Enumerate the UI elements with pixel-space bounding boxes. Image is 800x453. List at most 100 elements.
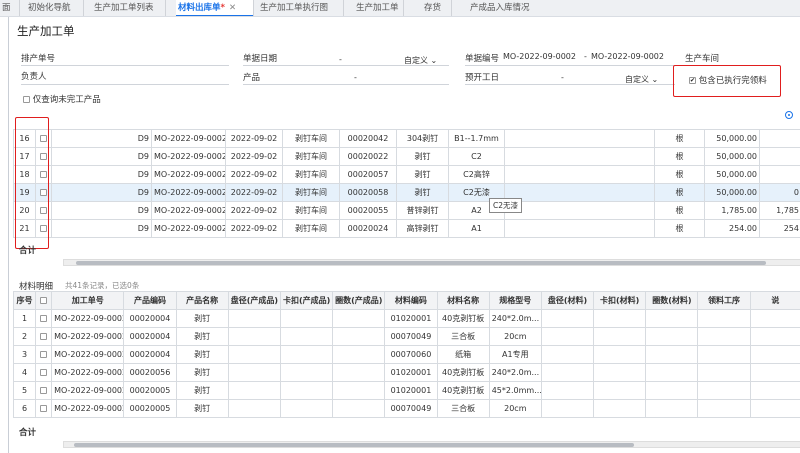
column-header: 圈数(产成品) [332, 291, 386, 310]
table-row[interactable]: 3 MO-2022-09-0002 00020004 剥钉 00070060 纸箱 A1专用 [12, 345, 800, 364]
checkbox[interactable] [40, 387, 48, 394]
planned-start-input[interactable] [465, 84, 675, 85]
detail-hscrollbar[interactable] [63, 441, 800, 448]
cell-material-code: 00070060 [384, 345, 438, 364]
cell-quantity: 50,000.00 [704, 183, 760, 202]
column-header: 卡扣(产成品) [279, 291, 334, 310]
doc-no-to[interactable]: MO-2022-09-0002 [591, 52, 664, 61]
column-header [35, 291, 53, 310]
column-header: 圈数(材料) [645, 291, 699, 310]
table-row[interactable]: 4 MO-2022-09-0002 00020056 剥钉 01020001 40克剥钉板… [12, 363, 800, 382]
cell-row-checkbox[interactable] [35, 381, 53, 400]
table-row[interactable]: 17 D9 MO-2022-09-0002 2022-09-02 剥钉车间 0002002… [13, 147, 800, 166]
cell-material-code: 01020001 [384, 381, 438, 400]
order-table: 16 D9 MO-2022-09-0002 2022-09-02 剥钉车间 0002004… [13, 129, 800, 238]
table-row[interactable]: 2 MO-2022-09-0002 00020004 剥钉 00070049 三合板 20c… [12, 327, 800, 346]
checkbox[interactable] [23, 96, 30, 103]
cell-blank [504, 147, 655, 166]
scroll-thumb[interactable] [74, 443, 634, 447]
unfinished-only-checkbox[interactable]: 仅查询未完工产品 [23, 93, 101, 105]
checkbox[interactable] [40, 333, 48, 340]
cell-row-checkbox[interactable] [35, 309, 53, 328]
cell-extra-value [759, 165, 800, 184]
cell-product-code: 00020057 [339, 165, 397, 184]
cell-clip-product [279, 381, 334, 400]
checkbox[interactable] [40, 369, 48, 376]
cell-turns-product [332, 381, 386, 400]
settings-circle-icon[interactable] [785, 111, 793, 119]
cell-order-no: MO-2022-09-0002 [151, 129, 226, 148]
cell-spec: 20cm [488, 327, 542, 346]
checkbox[interactable] [40, 405, 48, 412]
tab-exec-chart[interactable]: 生产加工单执行图 [258, 0, 344, 16]
checkbox[interactable] [40, 315, 48, 322]
panel-title: 生产加工单 [17, 24, 75, 38]
cell-row-checkbox[interactable] [35, 363, 53, 382]
doc-no-input[interactable] [465, 65, 675, 66]
table-row[interactable]: 20 D9 MO-2022-09-0002 2022-09-02 剥钉车间 0002005… [13, 201, 800, 220]
cell-spec: A1 [448, 219, 505, 238]
tab-finished-in[interactable]: 产成品入库情况 [468, 0, 548, 16]
cell-note [749, 363, 800, 382]
cell-coil-material [540, 327, 595, 346]
cell-product-code: 00020058 [339, 183, 397, 202]
tab-home[interactable]: 面 [0, 0, 20, 16]
tab-material-out[interactable]: 材料出库单* ✕ [176, 0, 254, 16]
product-input[interactable] [243, 84, 449, 85]
close-icon[interactable]: ✕ [229, 3, 236, 13]
table-row[interactable]: 19 D9 MO-2022-09-0002 2022-09-02 剥钉车间 0002005… [13, 183, 800, 202]
cell-row-checkbox[interactable] [35, 345, 53, 364]
cell-coil-material [540, 309, 595, 328]
cell-product-code: 00020005 [123, 381, 177, 400]
cell-order-no: MO-2022-09-0002 [51, 381, 125, 400]
cell-row-checkbox[interactable] [35, 399, 53, 418]
cell-product-code: 00020004 [123, 327, 177, 346]
table-row[interactable]: 5 MO-2022-09-0002 00020005 剥钉 01020001 40克剥钉板… [12, 381, 800, 400]
cell-spec: A1专用 [488, 345, 542, 364]
table-row[interactable]: 1 MO-2022-09-0002 00020004 剥钉 01020001 40克剥钉板… [12, 309, 800, 328]
table-row[interactable]: 16 D9 MO-2022-09-0002 2022-09-02 剥钉车间 0002004… [13, 129, 800, 148]
cell-coil-material [540, 399, 595, 418]
owner-input[interactable] [21, 84, 229, 85]
table-row[interactable]: 21 D9 MO-2022-09-0002 2022-09-02 剥钉车间 0002002… [13, 219, 800, 238]
select-all-checkbox[interactable] [40, 297, 48, 304]
cell-coil-product [227, 399, 281, 418]
tab-order-list[interactable]: 生产加工单列表 [92, 0, 166, 16]
cell-flag: D9 [51, 129, 152, 148]
cell-spec: 20cm [488, 399, 542, 418]
cell-workshop: 剥钉车间 [282, 129, 340, 148]
doc-no-from[interactable]: MO-2022-09-0002 [503, 52, 576, 61]
top-hscrollbar[interactable] [63, 259, 800, 266]
scroll-thumb[interactable] [76, 261, 766, 265]
column-header: 领料工序 [697, 291, 751, 310]
cell-process [697, 309, 751, 328]
tab-inventory[interactable]: 存货 [422, 0, 452, 16]
cell-turns-product [332, 345, 386, 364]
cell-blank [504, 129, 655, 148]
cell-turns-product [332, 399, 386, 418]
cell-spec: C2 [448, 147, 505, 166]
schedule-no-input[interactable] [21, 65, 229, 66]
cell-coil-material [540, 363, 595, 382]
cell-product-name: 剥钉 [175, 363, 229, 382]
cell-order-no: MO-2022-09-0002 [51, 327, 125, 346]
cell-note [749, 399, 800, 418]
cell-turns-material [645, 345, 699, 364]
cell-unit: 根 [654, 201, 705, 220]
table-row[interactable]: 6 MO-2022-09-0002 00020005 剥钉 00070049 三合板 20c… [12, 399, 800, 418]
cell-row-checkbox[interactable] [35, 327, 53, 346]
doc-date-input[interactable] [243, 65, 449, 66]
cell-workshop: 剥钉车间 [282, 183, 340, 202]
cell-process [697, 363, 751, 382]
cell-note [749, 327, 800, 346]
table-row[interactable]: 18 D9 MO-2022-09-0002 2022-09-02 剥钉车间 0002005… [13, 165, 800, 184]
cell-product-name: 普锌剥钉 [396, 201, 449, 220]
checkbox[interactable] [40, 351, 48, 358]
cell-material-code: 00070049 [384, 399, 438, 418]
cell-extra-value: 254 [759, 219, 800, 238]
tab-init-nav[interactable]: 初始化导航 [26, 0, 84, 16]
cell-note [749, 309, 800, 328]
cell-row-number: 1 [12, 309, 37, 328]
tab-order[interactable]: 生产加工单 [354, 0, 404, 16]
cell-clip-material [593, 363, 647, 382]
